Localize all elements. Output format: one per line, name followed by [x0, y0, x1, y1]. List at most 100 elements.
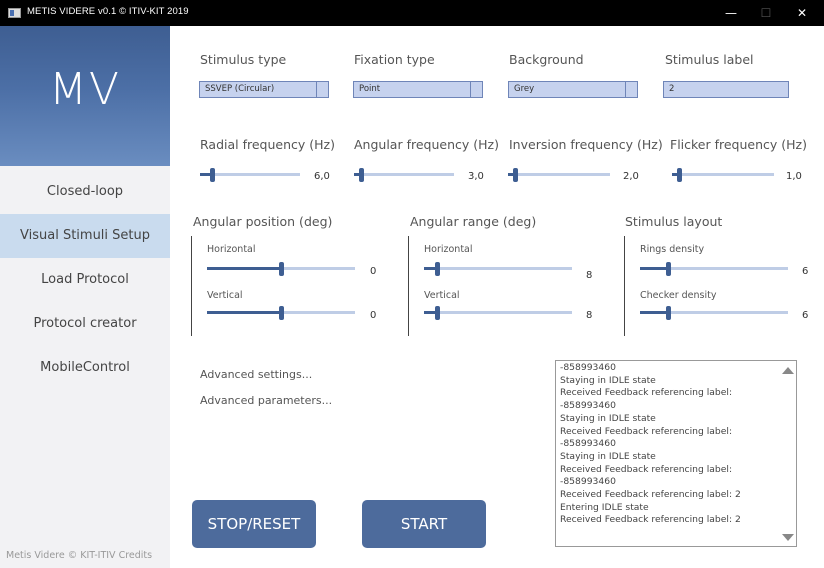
angular-range-title: Angular range (deg) — [410, 214, 537, 229]
slider-track[interactable] — [508, 173, 610, 176]
log-line: -858993460 — [560, 438, 616, 450]
log-line: Received Feedback referencing label: — [560, 463, 733, 475]
sidebar-item-protocol-creator[interactable]: Protocol creator — [0, 302, 170, 346]
group-divider — [624, 236, 625, 336]
close-button[interactable]: ✕ — [787, 4, 817, 22]
dropdown-arrow-icon — [316, 82, 328, 97]
scroll-down-icon[interactable] — [782, 530, 794, 544]
stimulus-type-label: Stimulus type — [200, 52, 287, 67]
slider-thumb[interactable] — [435, 262, 440, 276]
slider-track[interactable] — [424, 311, 572, 314]
angular-frequency-value: 3,0 — [468, 171, 484, 182]
title-bar: METIS VIDERE v0.1 © ITIV-KIT 2019 — ☐ ✕ — [0, 0, 824, 26]
background-select[interactable]: Grey — [508, 81, 638, 98]
angular-frequency-slider[interactable] — [354, 168, 454, 182]
flicker-frequency-label: Flicker frequency (Hz) — [670, 137, 807, 152]
fixation-type-value: Point — [359, 84, 381, 94]
slider-thumb[interactable] — [359, 168, 364, 182]
slider-thumb[interactable] — [435, 306, 440, 320]
log-panel[interactable]: -858993460 Staying in IDLE state Received … — [555, 360, 797, 547]
sidebar-item-visual-stimuli-setup[interactable]: Visual Stimuli Setup — [0, 214, 170, 258]
rings-density-value: 6 — [802, 266, 809, 277]
maximize-button[interactable]: ☐ — [751, 4, 781, 22]
window-title: METIS VIDERE v0.1 © ITIV-KIT 2019 — [27, 6, 189, 17]
minimize-button[interactable]: — — [716, 4, 746, 22]
scroll-up-icon[interactable] — [782, 363, 794, 377]
logo: MV — [0, 26, 170, 166]
angular-range-horizontal-label: Horizontal — [424, 244, 473, 255]
angular-range-horizontal-slider[interactable] — [424, 262, 572, 276]
log-line: -858993460 — [560, 400, 616, 412]
advanced-parameters-link[interactable]: Advanced parameters... — [200, 394, 332, 407]
inversion-frequency-slider[interactable] — [508, 168, 610, 182]
angular-position-vertical-label: Vertical — [207, 290, 243, 301]
slider-thumb[interactable] — [279, 306, 284, 320]
slider-track[interactable] — [354, 173, 454, 176]
log-scrollbar[interactable] — [780, 361, 796, 546]
log-line: Received Feedback referencing label: — [560, 425, 733, 437]
stimulus-label-input[interactable]: 2 — [663, 81, 789, 98]
log-line: Received Feedback referencing label: — [560, 387, 733, 399]
fixation-type-label: Fixation type — [354, 52, 435, 67]
group-divider — [408, 236, 409, 336]
angular-position-horizontal-value: 0 — [370, 266, 377, 277]
log-text: -858993460 Staying in IDLE state Received … — [556, 361, 782, 528]
inversion-frequency-value: 2,0 — [623, 171, 639, 182]
sidebar: MV Closed-loop Visual Stimuli Setup Load… — [0, 26, 170, 568]
background-label: Background — [509, 52, 584, 67]
angular-position-title: Angular position (deg) — [193, 214, 333, 229]
flicker-frequency-slider[interactable] — [672, 168, 774, 182]
angular-range-vertical-value: 8 — [586, 310, 593, 321]
advanced-settings-link[interactable]: Advanced settings... — [200, 368, 312, 381]
sidebar-item-closed-loop[interactable]: Closed-loop — [0, 170, 170, 214]
log-line: -858993460 — [560, 362, 616, 373]
sidebar-item-mobile-control[interactable]: MobileControl — [0, 346, 170, 390]
slider-thumb[interactable] — [666, 306, 671, 320]
slider-track[interactable] — [424, 267, 572, 270]
slider-thumb[interactable] — [210, 168, 215, 182]
angular-range-vertical-slider[interactable] — [424, 306, 572, 320]
slider-thumb[interactable] — [513, 168, 518, 182]
app-icon — [8, 8, 21, 18]
dropdown-arrow-icon — [625, 82, 637, 97]
slider-track[interactable] — [200, 173, 300, 176]
checker-density-slider[interactable] — [640, 306, 788, 320]
slider-fill — [640, 311, 669, 314]
log-line: Staying in IDLE state — [560, 412, 656, 424]
angular-position-horizontal-slider[interactable] — [207, 262, 355, 276]
start-button[interactable]: START — [362, 500, 486, 548]
log-line: -858993460 — [560, 476, 616, 488]
group-divider — [191, 236, 192, 336]
stimulus-type-select[interactable]: SSVEP (Circular) — [199, 81, 329, 98]
angular-position-vertical-value: 0 — [370, 310, 377, 321]
slider-thumb[interactable] — [677, 168, 682, 182]
radial-frequency-label: Radial frequency (Hz) — [200, 137, 335, 152]
angular-position-horizontal-label: Horizontal — [207, 244, 256, 255]
log-line: Staying in IDLE state — [560, 450, 656, 462]
log-line: Staying in IDLE state — [560, 374, 656, 386]
stop-reset-button[interactable]: STOP/RESET — [192, 500, 316, 548]
slider-fill — [207, 267, 282, 270]
stimulus-label-label: Stimulus label — [665, 52, 754, 67]
radial-frequency-slider[interactable] — [200, 168, 300, 182]
sidebar-item-load-protocol[interactable]: Load Protocol — [0, 258, 170, 302]
slider-fill — [640, 267, 669, 270]
flicker-frequency-value: 1,0 — [786, 171, 802, 182]
angular-range-horizontal-value: 8 — [586, 270, 593, 281]
slider-thumb[interactable] — [279, 262, 284, 276]
slider-thumb[interactable] — [666, 262, 671, 276]
checker-density-label: Checker density — [640, 290, 717, 301]
rings-density-slider[interactable] — [640, 262, 788, 276]
logo-text: MV — [48, 64, 122, 115]
log-line: Entering IDLE state — [560, 501, 649, 513]
angular-frequency-label: Angular frequency (Hz) — [354, 137, 499, 152]
inversion-frequency-label: Inversion frequency (Hz) — [509, 137, 663, 152]
angular-position-vertical-slider[interactable] — [207, 306, 355, 320]
angular-range-vertical-label: Vertical — [424, 290, 460, 301]
slider-track[interactable] — [672, 173, 774, 176]
stimulus-layout-title: Stimulus layout — [625, 214, 723, 229]
fixation-type-select[interactable]: Point — [353, 81, 483, 98]
rings-density-label: Rings density — [640, 244, 705, 255]
log-line: Received Feedback referencing label: 2 — [560, 489, 741, 501]
radial-frequency-value: 6,0 — [314, 171, 330, 182]
